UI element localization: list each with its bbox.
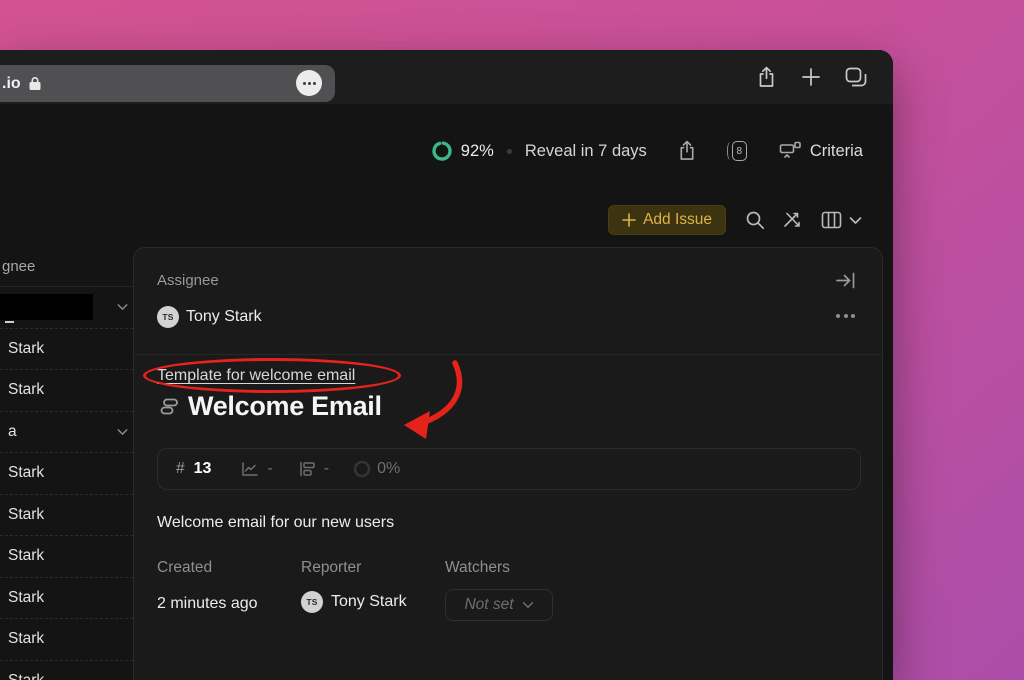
- redaction-artifact: [5, 321, 14, 323]
- avatar: TS: [301, 591, 323, 613]
- list-row[interactable]: Stark: [0, 619, 133, 661]
- created-label: Created: [157, 559, 212, 577]
- list-row[interactable]: Stark: [0, 370, 133, 412]
- browser-toolbar-actions: [756, 50, 868, 104]
- list-row[interactable]: Stark: [0, 495, 133, 537]
- template-stack-icon: [160, 398, 179, 415]
- row-label: Stark: [8, 589, 44, 607]
- browser-share-icon[interactable]: [756, 66, 777, 89]
- list-row-group[interactable]: a: [0, 412, 133, 454]
- url-text: .io: [2, 75, 21, 93]
- watchers-value: Not set: [464, 596, 513, 614]
- created-value: 2 minutes ago: [157, 595, 258, 613]
- list-row[interactable]: Stark: [0, 329, 133, 371]
- issue-number: 13: [194, 460, 212, 478]
- issue-detail-panel: Assignee TS Tony Stark Template for welc…: [133, 247, 883, 680]
- progress-ring-icon: [431, 140, 453, 162]
- add-issue-button[interactable]: Add Issue: [608, 205, 726, 235]
- url-options-icon[interactable]: [296, 70, 322, 96]
- view-chevron-down-icon[interactable]: [849, 216, 862, 225]
- dot-separator: [507, 149, 512, 154]
- lock-icon: [28, 76, 42, 91]
- row-label: a: [8, 423, 17, 441]
- template-link[interactable]: Template for welcome email: [157, 367, 355, 385]
- zero-progress-value: 0%: [377, 460, 400, 478]
- trend-chart-icon: [241, 461, 259, 477]
- assignee-label: Assignee: [157, 272, 219, 289]
- avatar: TS: [157, 306, 179, 328]
- row-chevron-down-icon[interactable]: [117, 303, 128, 311]
- watchers-dropdown[interactable]: Not set: [445, 589, 553, 621]
- desktop: { "browser": { "url_text": ".io" }, "hea…: [0, 0, 1024, 680]
- card-count-value: 8: [732, 141, 747, 161]
- collapse-panel-icon[interactable]: [835, 271, 856, 290]
- row-label: Stark: [8, 547, 44, 565]
- progress-percent: 92%: [461, 142, 494, 161]
- more-options-icon[interactable]: [836, 314, 855, 318]
- columns-view-icon[interactable]: [821, 211, 842, 229]
- row-label: Stark: [8, 630, 44, 648]
- reporter-value[interactable]: TS Tony Stark: [301, 591, 407, 613]
- tab-overview-icon[interactable]: [845, 67, 868, 88]
- share-icon[interactable]: [677, 140, 697, 162]
- dropdown-chevron-icon: [522, 601, 534, 609]
- blocks-icon: [299, 461, 316, 477]
- new-tab-icon[interactable]: [801, 67, 821, 87]
- card-count-icon[interactable]: 8: [727, 140, 749, 162]
- column-header-label: gnee: [2, 258, 35, 275]
- reveal-countdown: Reveal in 7 days: [525, 142, 647, 161]
- assignee-column-header[interactable]: gnee: [0, 247, 133, 287]
- trend-value: -: [267, 460, 272, 478]
- row-label: Stark: [8, 506, 44, 524]
- issues-toolbar: Add Issue: [608, 204, 862, 236]
- list-row[interactable]: Stark: [0, 536, 133, 578]
- project-status-bar: 92% Reveal in 7 days 8 Criteria: [431, 135, 863, 167]
- sort-icon[interactable]: [782, 210, 802, 230]
- add-issue-label: Add Issue: [643, 211, 712, 229]
- assignee-name: Tony Stark: [186, 308, 262, 326]
- row-label: Stark: [8, 381, 44, 399]
- issues-list-column: gnee Stark Stark a Stark Stark Stark Sta…: [0, 247, 133, 680]
- watchers-label: Watchers: [445, 559, 510, 577]
- blocks-value: -: [324, 460, 329, 478]
- url-bar[interactable]: .io: [0, 65, 335, 102]
- browser-toolbar: .io: [0, 50, 893, 104]
- redacted-value: [0, 294, 93, 320]
- search-icon[interactable]: [745, 210, 765, 230]
- row-label: Stark: [8, 340, 44, 358]
- criteria-label[interactable]: Criteria: [810, 142, 863, 161]
- issue-stats-bar[interactable]: # 13 - - 0%: [157, 448, 861, 490]
- hash-symbol: #: [176, 460, 185, 478]
- reporter-label: Reporter: [301, 559, 361, 577]
- row-label: Stark: [8, 464, 44, 482]
- issue-description: Welcome email for our new users: [157, 514, 394, 532]
- row-chevron-down-icon[interactable]: [117, 428, 128, 436]
- list-row-redacted[interactable]: [0, 287, 133, 329]
- issue-title-row: Welcome Email: [160, 391, 382, 422]
- list-row[interactable]: Stark: [0, 453, 133, 495]
- criteria-icon[interactable]: [779, 141, 801, 161]
- issue-title: Welcome Email: [188, 391, 382, 422]
- browser-window: .io 92% Reveal in 7 days: [0, 50, 893, 680]
- reporter-name: Tony Stark: [331, 593, 407, 611]
- assignee-value[interactable]: TS Tony Stark: [157, 306, 262, 328]
- zero-progress-ring-icon: [353, 460, 371, 478]
- list-row[interactable]: Stark: [0, 578, 133, 620]
- list-row[interactable]: Stark: [0, 661, 133, 680]
- row-label: Stark: [8, 672, 44, 680]
- divider: [134, 354, 882, 355]
